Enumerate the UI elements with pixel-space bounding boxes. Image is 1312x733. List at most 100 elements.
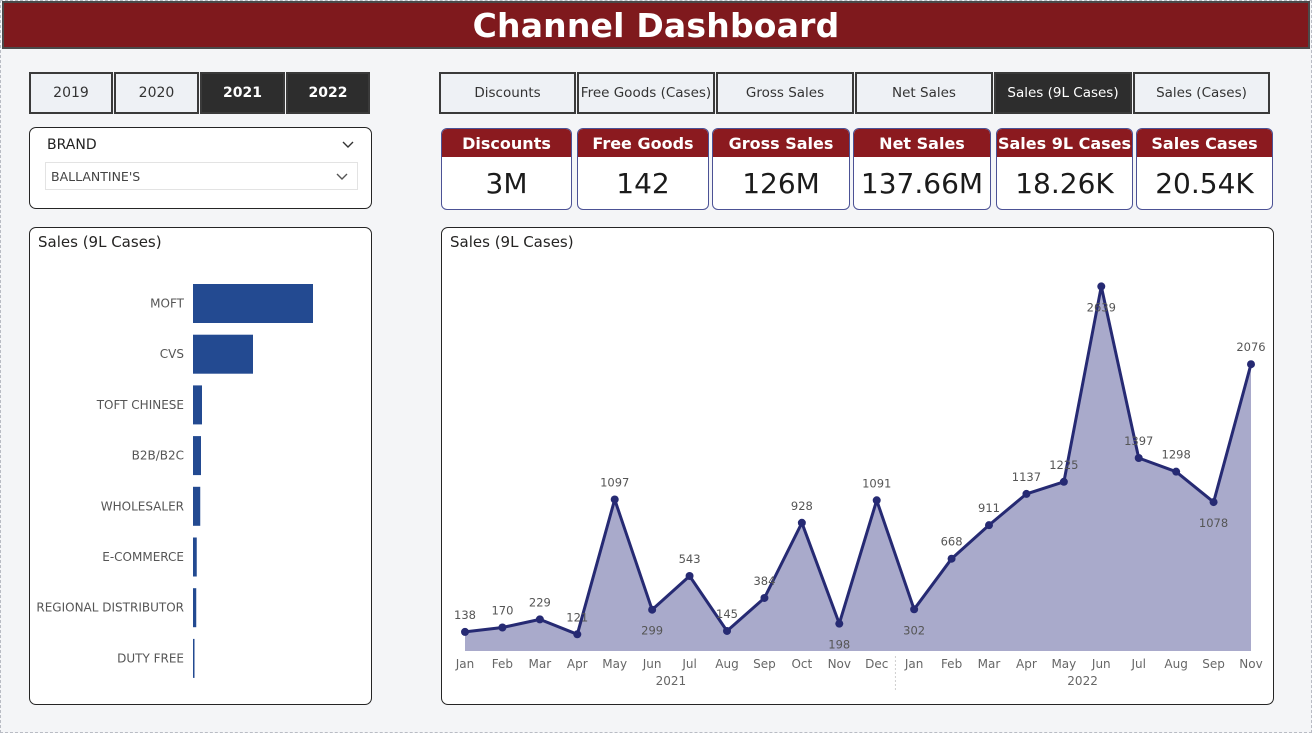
bar	[193, 588, 197, 628]
metric-button-gross-sales[interactable]: Gross Sales	[716, 72, 854, 114]
kpi-card-free-goods: Free Goods 142	[577, 128, 709, 210]
year-button-2019[interactable]: 2019	[29, 72, 113, 114]
bar	[193, 284, 313, 323]
data-point	[685, 571, 694, 580]
bar	[193, 436, 201, 476]
year-button-2022[interactable]: 2022	[286, 72, 370, 114]
kpi-card-sales-9l-cases: Sales 9L Cases 18.26K	[996, 128, 1133, 210]
data-point	[1134, 454, 1143, 463]
bar	[193, 334, 253, 374]
metric-button-discounts[interactable]: Discounts	[439, 72, 576, 114]
bar	[193, 486, 201, 526]
data-point	[985, 521, 993, 530]
x-tick-label: Sep	[753, 657, 776, 671]
data-label: 384	[753, 574, 775, 588]
data-point	[947, 554, 956, 563]
year-button-2021[interactable]: 2021	[200, 72, 285, 114]
data-label: 138	[454, 608, 476, 622]
kpi-card-value: 142	[616, 166, 670, 200]
data-label: 1298	[1162, 448, 1191, 462]
kpi-card-value: 3M	[485, 166, 528, 200]
kpi-card-value: 20.54K	[1155, 166, 1254, 200]
x-tick-label: Aug	[1164, 657, 1187, 671]
brand-slicer: BRAND BALLANTINE'S	[29, 127, 372, 209]
data-point	[760, 593, 769, 602]
x-tick-label: Nov	[828, 657, 851, 671]
data-label: 1137	[1012, 470, 1041, 484]
data-point	[723, 626, 731, 635]
data-label: 121	[566, 610, 588, 624]
kpi-card-net-sales: Net Sales 137.66M	[853, 128, 991, 210]
x-group-label: 2022	[1067, 674, 1098, 688]
x-tick-label: Jul	[1130, 657, 1145, 671]
bar-category-label: CVS	[160, 347, 184, 361]
metric-button-sales-cases[interactable]: Sales (Cases)	[1133, 72, 1270, 114]
x-tick-label: Mar	[529, 657, 552, 671]
bar-category-label: TOFT CHINESE	[96, 398, 184, 412]
data-label: 911	[978, 501, 1000, 515]
kpi-card-value: 137.66M	[860, 166, 984, 200]
bar-chart: MOFT CVS TOFT CHINESE B2B/B2C WHOLESALER E-CO…	[36, 284, 313, 678]
kpi-card-label: Sales Cases	[1137, 129, 1272, 157]
data-label: 1225	[1049, 458, 1078, 472]
x-tick-label: May	[1051, 657, 1076, 671]
data-point	[498, 623, 507, 632]
kpi-card-value: 126M	[742, 166, 820, 200]
area-chart: 138 170 229 121 1097 299 543 145 384 928 198 1091 30…	[454, 282, 1266, 692]
bar-category-label: E-COMMERCE	[102, 550, 184, 564]
x-tick-label: May	[602, 657, 627, 671]
metric-button-free-goods[interactable]: Free Goods (Cases)	[577, 72, 715, 114]
area-fill	[465, 286, 1251, 651]
data-label: 1097	[600, 475, 629, 489]
year-button-2020[interactable]: 2020	[114, 72, 199, 114]
data-label: 302	[903, 623, 925, 637]
x-tick-label: Jul	[681, 657, 696, 671]
x-tick-label: Mar	[978, 657, 1001, 671]
x-tick-label: Aug	[715, 657, 738, 671]
data-label: 1091	[862, 476, 891, 490]
x-tick-label: Oct	[791, 657, 812, 671]
data-point	[797, 518, 806, 527]
data-point	[1022, 489, 1031, 498]
data-label: 1397	[1124, 434, 1153, 448]
chevron-down-icon[interactable]	[341, 138, 355, 152]
bar-category-label: B2B/B2C	[132, 449, 184, 463]
data-point	[461, 627, 469, 636]
brand-dropdown[interactable]: BALLANTINE'S	[45, 162, 358, 190]
x-tick-label: Feb	[941, 657, 962, 671]
metric-button-sales-9l-cases[interactable]: Sales (9L Cases)	[994, 72, 1132, 114]
data-label: 145	[716, 607, 738, 621]
data-point	[1209, 498, 1218, 507]
x-tick-label: Feb	[492, 657, 513, 671]
metric-button-net-sales[interactable]: Net Sales	[855, 72, 993, 114]
x-tick-label: Sep	[1202, 657, 1225, 671]
line-chart-panel: Sales (9L Cases) 138 170 229 121 1097 299 543 1…	[441, 227, 1274, 705]
kpi-card-label: Discounts	[442, 129, 571, 157]
data-point	[573, 630, 582, 639]
data-label: 1078	[1199, 516, 1228, 530]
title-bar: Channel Dashboard	[2, 1, 1310, 49]
data-point	[535, 615, 544, 624]
x-group-label: 2021	[656, 674, 687, 688]
data-point	[1097, 282, 1106, 291]
bar-chart-panel: Sales (9L Cases) MOFT CVS TOFT CHINESE B2B/…	[29, 227, 372, 705]
x-tick-label: Jun	[642, 657, 662, 671]
data-label: 198	[828, 638, 850, 652]
data-point	[910, 605, 919, 614]
kpi-card-label: Free Goods	[578, 129, 708, 157]
brand-dropdown-value: BALLANTINE'S	[51, 169, 141, 184]
data-label: 2076	[1236, 340, 1265, 354]
x-tick-label: Jan	[455, 657, 475, 671]
data-point	[648, 605, 657, 614]
kpi-card-value: 18.26K	[1015, 166, 1114, 200]
x-tick-label: Apr	[1016, 657, 1037, 671]
x-tick-label: Jun	[1091, 657, 1111, 671]
chevron-down-icon[interactable]	[335, 170, 349, 184]
kpi-card-gross-sales: Gross Sales 126M	[712, 128, 850, 210]
kpi-card-label: Sales 9L Cases	[997, 129, 1132, 157]
data-point	[835, 619, 844, 628]
data-label: 543	[679, 552, 701, 566]
slicer-title: BRAND	[47, 137, 97, 153]
data-label: 2639	[1087, 300, 1116, 314]
page-title: Channel Dashboard	[472, 5, 840, 45]
